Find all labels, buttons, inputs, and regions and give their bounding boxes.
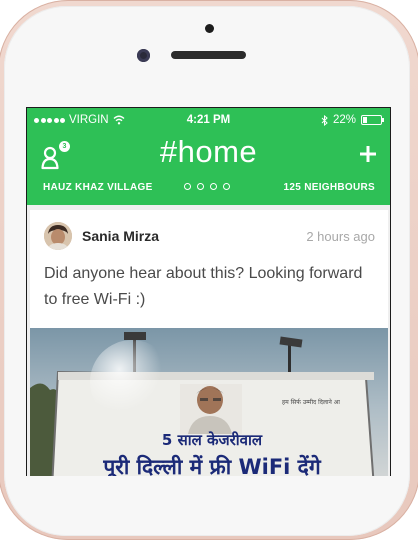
billboard-line2: पूरी दिल्ली में फ्री WiFi देंगे xyxy=(102,454,321,476)
earpiece-speaker xyxy=(171,51,246,59)
proximity-sensor xyxy=(205,24,214,33)
page-dot[interactable] xyxy=(197,183,204,190)
battery-icon xyxy=(361,115,384,125)
front-camera xyxy=(137,49,150,62)
neighbours-count[interactable]: 125 NEIGHBOURS xyxy=(284,182,375,193)
location-label[interactable]: HAUZ KHAZ VILLAGE xyxy=(43,182,153,193)
status-right: 22% xyxy=(321,114,384,126)
post-card[interactable]: Sania Mirza 2 hours ago Did anyone hear … xyxy=(30,210,388,476)
post-text: Did anyone hear about this? Looking forw… xyxy=(44,265,363,308)
page-title: #home xyxy=(159,134,258,169)
billboard-small-text: हम सिर्फ उम्मीद दिलाने आ xyxy=(282,398,341,406)
author-name[interactable]: Sania Mirza xyxy=(82,228,159,244)
post-image[interactable]: हम सिर्फ उम्मीद दिलाने आ 5 साल केजरीवाल … xyxy=(30,328,388,476)
page-dot[interactable] xyxy=(223,183,230,190)
billboard-illustration: हम सिर्फ उम्मीद दिलाने आ 5 साल केजरीवाल … xyxy=(30,328,388,476)
avatar[interactable] xyxy=(44,222,72,250)
page-indicator[interactable] xyxy=(184,183,230,190)
page-dot[interactable] xyxy=(210,183,217,190)
plus-icon xyxy=(360,146,376,162)
post-timestamp: 2 hours ago xyxy=(306,229,375,244)
app-header: VIRGIN 4:21 PM 22% 3 #home HAUZ KHAZ VIL… xyxy=(27,108,390,205)
status-bar: VIRGIN 4:21 PM 22% xyxy=(27,113,390,129)
billboard-line1: 5 साल केजरीवाल xyxy=(162,431,263,449)
bluetooth-icon xyxy=(321,114,328,126)
battery-fill xyxy=(363,117,367,123)
app-screen: VIRGIN 4:21 PM 22% 3 #home HAUZ KHAZ VIL… xyxy=(27,108,390,476)
page-dot[interactable] xyxy=(184,183,191,190)
add-post-button[interactable] xyxy=(356,141,380,165)
phone-frame: VIRGIN 4:21 PM 22% 3 #home HAUZ KHAZ VIL… xyxy=(0,0,418,540)
avatar-image xyxy=(44,222,72,250)
screen: VIRGIN 4:21 PM 22% 3 #home HAUZ KHAZ VIL… xyxy=(26,107,391,476)
battery-percent: 22% xyxy=(332,114,356,126)
